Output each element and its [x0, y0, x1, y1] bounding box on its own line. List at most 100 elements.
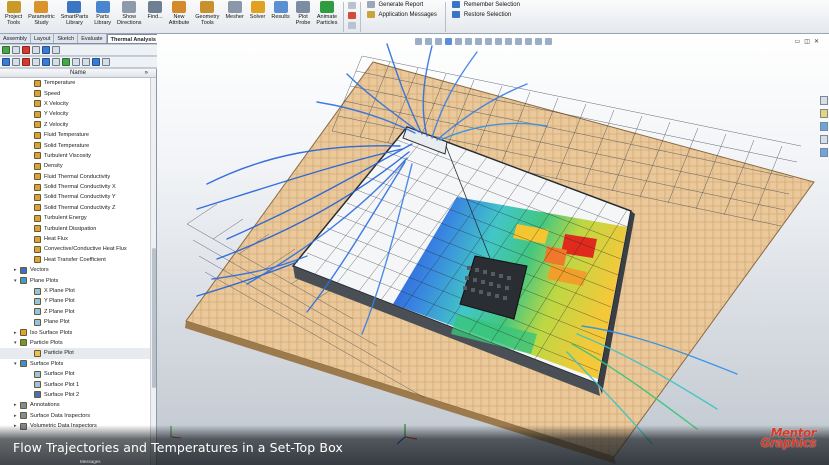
tab-item[interactable]: Assembly — [0, 34, 31, 43]
tree-action-icon[interactable] — [62, 58, 70, 66]
view-tool-icon[interactable] — [505, 37, 512, 45]
tree-item[interactable]: ▸ Annotations — [0, 400, 156, 410]
remember-selection-button[interactable]: Remember Selection — [451, 1, 520, 8]
side-tool-icon[interactable] — [820, 109, 828, 118]
tab-item[interactable]: Sketch — [54, 34, 79, 43]
tree-item[interactable]: ▸ Vectors — [0, 265, 156, 275]
view-tool-icon[interactable] — [435, 37, 442, 45]
tree-item[interactable]: ▸ Surface Data Inspectors — [0, 411, 156, 421]
tree-action-icon[interactable] — [52, 58, 60, 66]
tree-item[interactable]: Plane Plot — [0, 317, 156, 327]
view-tool-icon[interactable] — [485, 37, 492, 45]
tree-tool-icon[interactable] — [12, 46, 20, 54]
tree-action-icon[interactable] — [92, 58, 100, 66]
tree-item[interactable]: ▾ Particle Plots — [0, 338, 156, 348]
tree-item[interactable]: ▸ Iso Surface Plots — [0, 327, 156, 337]
ribbon-button[interactable]: Animate Particles — [313, 0, 340, 33]
tree-action-icon[interactable] — [32, 58, 40, 66]
tree-tool-icon[interactable] — [42, 46, 50, 54]
tree-item[interactable]: Turbulent Dissipation — [0, 223, 156, 233]
ribbon-button[interactable]: Solver — [247, 0, 269, 33]
tree-item[interactable]: Solid Thermal Conductivity Y — [0, 192, 156, 202]
tab-item[interactable]: Layout — [31, 34, 55, 43]
tree-column-header[interactable]: Name » — [0, 69, 156, 78]
tree-item[interactable]: Heat Flux — [0, 234, 156, 244]
tree-tool-icon[interactable] — [32, 46, 40, 54]
view-tool-icon[interactable] — [535, 37, 542, 45]
mini-tool-icon[interactable] — [347, 12, 356, 19]
tab-item[interactable]: Thermal Analysis — [106, 34, 160, 43]
tab-item[interactable]: Evaluate — [78, 34, 107, 43]
tree-item[interactable]: Fluid Temperature — [0, 130, 156, 140]
ribbon-button[interactable]: SmartParts Library — [58, 0, 92, 33]
tree-action-icon[interactable] — [82, 58, 90, 66]
tree-action-icon[interactable] — [42, 58, 50, 66]
tree-item[interactable]: Solid Thermal Conductivity X — [0, 182, 156, 192]
view-tool-icon[interactable] — [415, 37, 422, 45]
mini-tool-icon[interactable] — [347, 22, 356, 29]
side-tool-icon[interactable] — [820, 122, 828, 131]
ribbon-button[interactable]: Parametric Study — [25, 0, 58, 33]
tree-tool-icon[interactable] — [2, 46, 10, 54]
side-tool-icon[interactable] — [820, 96, 828, 105]
ribbon-button[interactable]: Parts Library — [91, 0, 114, 33]
mini-tool-icon[interactable] — [347, 2, 356, 9]
tree-item[interactable]: Temperature — [0, 78, 156, 88]
ribbon-button[interactable]: Find... — [145, 0, 166, 33]
simulation-scene[interactable] — [157, 34, 829, 465]
tree-item[interactable]: X Velocity — [0, 99, 156, 109]
generate-report-button[interactable]: Generate Report — [366, 1, 437, 8]
delete-icon[interactable] — [22, 58, 30, 66]
column-chevron-icon[interactable]: » — [145, 69, 148, 78]
tree-item[interactable]: Convective/Conductive Heat Flux — [0, 244, 156, 254]
tree-item[interactable]: X Plane Plot — [0, 286, 156, 296]
view-tool-icon[interactable] — [525, 37, 532, 45]
tree-item[interactable]: Speed — [0, 88, 156, 98]
tree-tool-icon[interactable] — [52, 46, 60, 54]
tree-tool-icon[interactable] — [22, 46, 30, 54]
tree-item[interactable]: Y Velocity — [0, 109, 156, 119]
tree-action-icon[interactable] — [72, 58, 80, 66]
3d-viewport[interactable]: ▭ ◫ ✕ — [157, 34, 829, 465]
tree-action-icon[interactable] — [2, 58, 10, 66]
view-tool-icon[interactable] — [445, 37, 452, 45]
tree-item[interactable]: Particle Plot — [0, 348, 156, 359]
view-tool-icon[interactable] — [455, 37, 462, 45]
tree-item[interactable]: ▾ Plane Plots — [0, 275, 156, 285]
ribbon-button[interactable]: Plot Probe — [293, 0, 314, 33]
view-tool-icon[interactable] — [515, 37, 522, 45]
ribbon-button[interactable]: Geometry Tools — [192, 0, 222, 33]
tree-item[interactable]: Surface Plot 2 — [0, 390, 156, 400]
tree-item[interactable]: Y Plane Plot — [0, 296, 156, 306]
tree-action-icon[interactable] — [12, 58, 20, 66]
view-tool-icon[interactable] — [475, 37, 482, 45]
side-tool-icon[interactable] — [820, 135, 828, 144]
messages-tab-label[interactable]: Messages — [80, 459, 101, 464]
tree-item[interactable]: Density — [0, 161, 156, 171]
tree-action-icon[interactable] — [102, 58, 110, 66]
tree-item[interactable]: Surface Plot 1 — [0, 379, 156, 389]
tree-item[interactable]: Heat Transfer Coefficient — [0, 255, 156, 265]
tree-item[interactable]: ▾ Surface Plots — [0, 359, 156, 369]
tree-item[interactable]: Turbulent Viscosity — [0, 151, 156, 161]
tree-scrollbar[interactable] — [150, 78, 156, 465]
ribbon-button[interactable]: Mesher — [222, 0, 246, 33]
tree-item[interactable]: Turbulent Energy — [0, 213, 156, 223]
tree-item[interactable]: Solid Temperature — [0, 140, 156, 150]
close-icon[interactable]: ✕ — [814, 38, 819, 45]
ribbon-button[interactable]: Project Tools — [2, 0, 25, 33]
view-tool-icon[interactable] — [425, 37, 432, 45]
ribbon-button[interactable]: Show Directions — [114, 0, 144, 33]
tile-icon[interactable]: ◫ — [804, 38, 810, 45]
ribbon-button[interactable]: Results — [268, 0, 292, 33]
side-tool-icon[interactable] — [820, 148, 828, 157]
tree-item[interactable]: Fluid Thermal Conductivity — [0, 172, 156, 182]
ribbon-button[interactable]: New Attribute — [166, 0, 192, 33]
view-tool-icon[interactable] — [495, 37, 502, 45]
restore-selection-button[interactable]: Restore Selection — [451, 11, 520, 18]
view-tool-icon[interactable] — [545, 37, 552, 45]
application-messages-button[interactable]: Application Messages — [366, 11, 437, 18]
scrollbar-thumb[interactable] — [152, 248, 156, 388]
tree-item[interactable]: Z Velocity — [0, 120, 156, 130]
tree-item[interactable]: Solid Thermal Conductivity Z — [0, 203, 156, 213]
